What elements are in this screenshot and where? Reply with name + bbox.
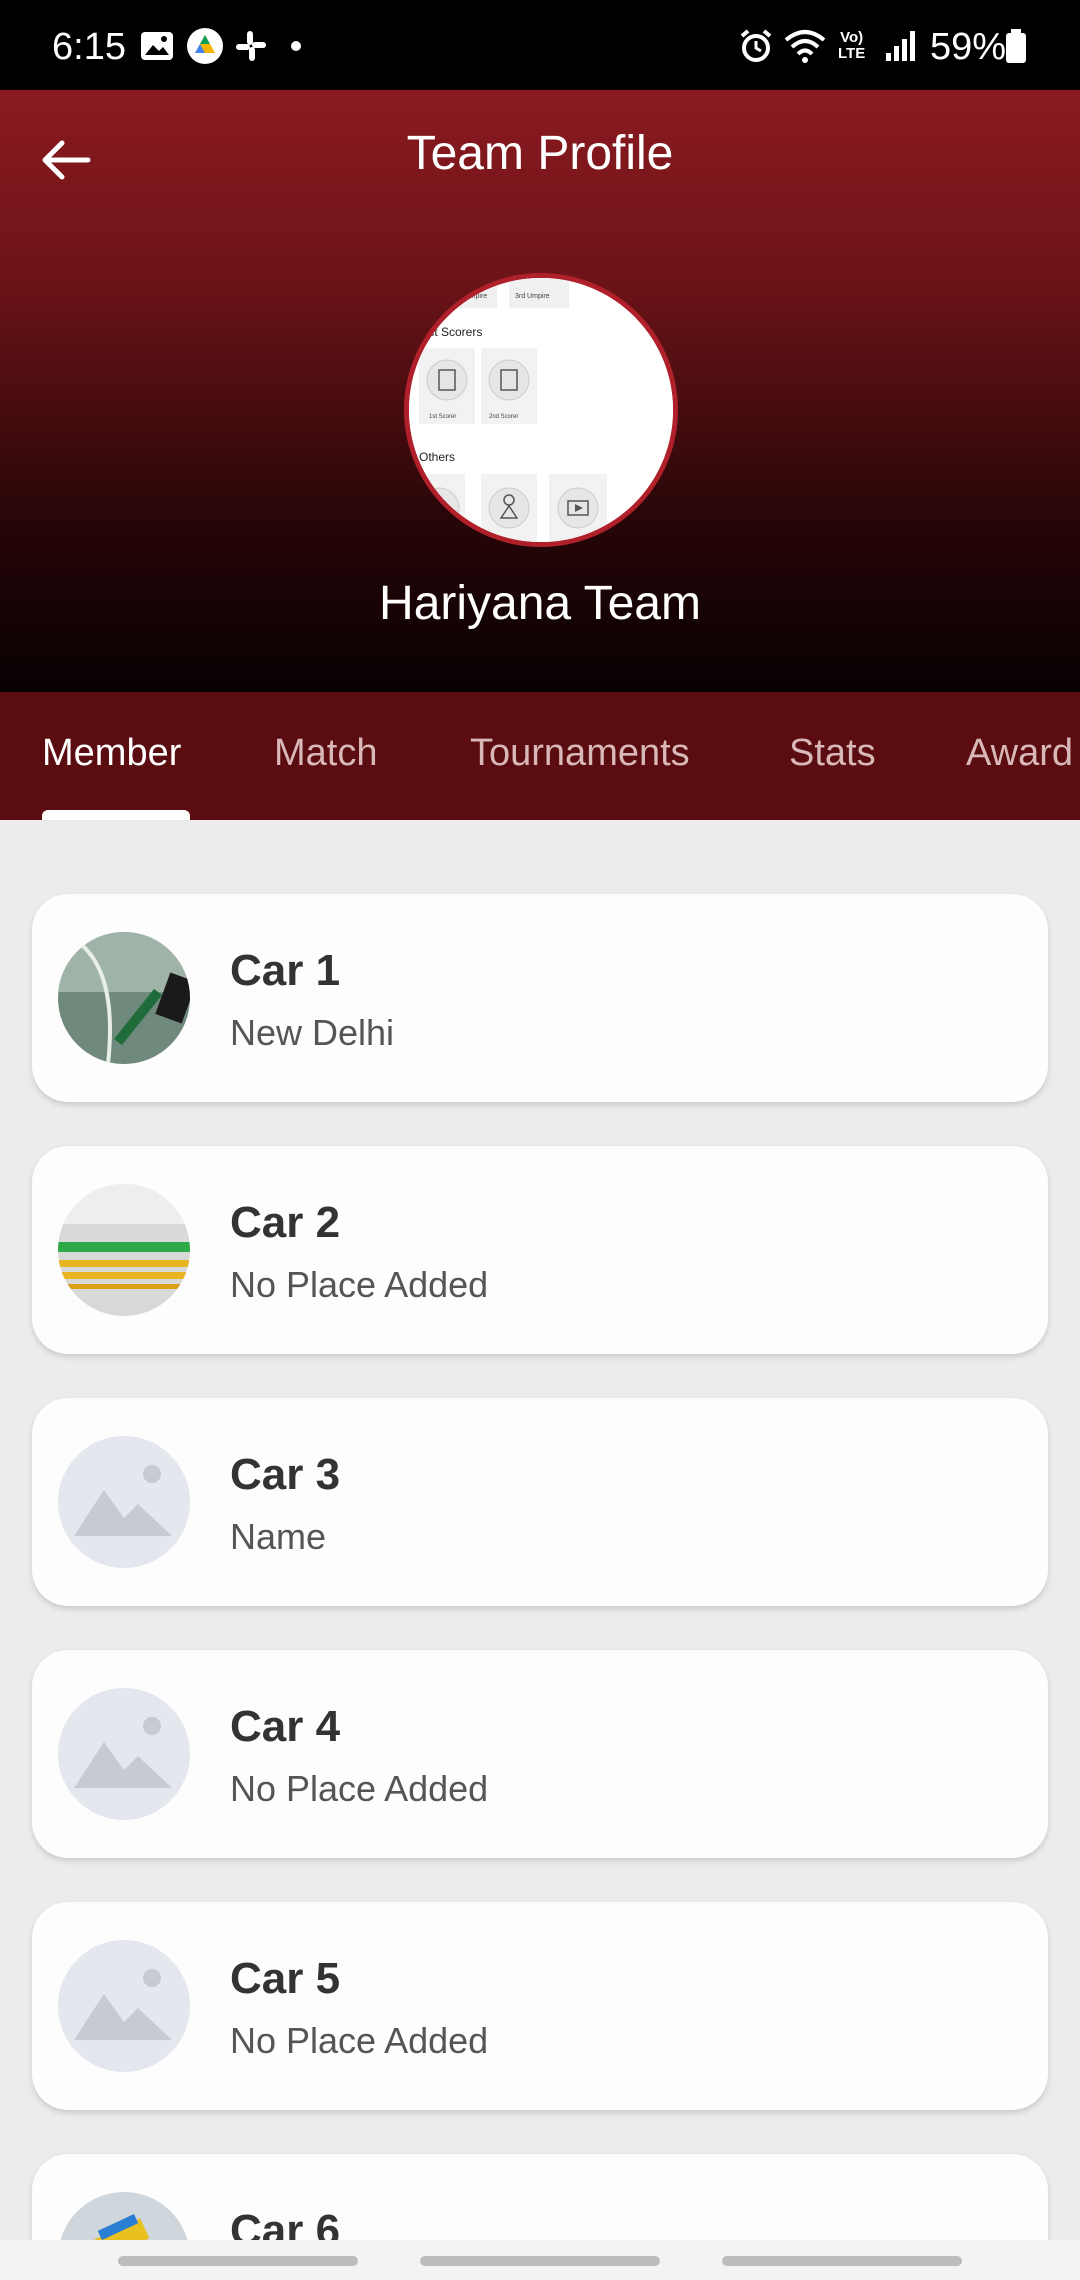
lte-label: LTE (838, 45, 866, 62)
member-card[interactable]: Car 2 No Place Added (32, 1146, 1048, 1354)
member-name: Car 2 (230, 1198, 341, 1247)
scorer-2-label: 2nd Scorer (489, 414, 518, 420)
member-name: Car 4 (230, 1702, 341, 1751)
image-placeholder-icon (58, 1688, 190, 1820)
member-card[interactable]: Car 5 No Place Added (32, 1902, 1048, 2110)
status-time: 6:15 (52, 26, 126, 68)
nav-home-handle[interactable] (420, 2256, 660, 2266)
member-avatar (58, 932, 190, 1064)
team-avatar[interactable]: 2nd Umpire 3rd Umpire lect Scorers 1st S… (404, 273, 678, 547)
member-name: Car 6 (230, 2206, 341, 2240)
umpire-2-label: 2nd Umpire (451, 293, 487, 300)
battery-icon (1004, 24, 1028, 68)
tab-match[interactable]: Match (274, 732, 377, 775)
scorers-heading: lect Scorers (419, 325, 482, 339)
member-avatar (58, 1184, 190, 1316)
system-nav-bar (0, 2240, 1080, 2280)
member-place: No Place Added (230, 1264, 489, 1305)
member-name: Car 3 (230, 1450, 341, 1499)
signal-icon (884, 24, 918, 68)
tab-active-indicator (42, 810, 190, 820)
gallery-icon (140, 24, 174, 68)
wifi-icon (784, 24, 826, 68)
tab-stats[interactable]: Stats (789, 732, 876, 775)
nav-recents-handle[interactable] (118, 2256, 358, 2266)
member-card[interactable]: Car 4 No Place Added (32, 1650, 1048, 1858)
slack-icon (234, 24, 268, 68)
tab-bar: Member Match Tournaments Stats Award (0, 692, 1080, 820)
drive-icon (186, 24, 224, 68)
member-card[interactable]: Car 1 New Delhi (32, 894, 1048, 1102)
member-place: New Delhi (230, 1012, 395, 1053)
volte-label: Vo) (840, 29, 864, 46)
notification-dot-icon (290, 24, 302, 68)
member-place: Name (230, 1516, 327, 1557)
member-avatar (58, 2192, 190, 2240)
image-placeholder-icon (58, 1436, 190, 1568)
image-placeholder-icon (58, 1940, 190, 2072)
profile-header: Team Profile 2nd Umpire 3rd Umpire lect … (0, 90, 1080, 692)
member-place: No Place Added (230, 2020, 489, 2061)
umpire-3-label: 3rd Umpire (515, 293, 550, 300)
team-avatar-image: 2nd Umpire 3rd Umpire lect Scorers 1st S… (409, 278, 673, 542)
member-card[interactable]: Car 6 (32, 2154, 1048, 2240)
team-name: Hariyana Team (379, 577, 701, 630)
status-bar: 6:15 Vo) LTE 59% (0, 0, 1080, 90)
tab-member[interactable]: Member (42, 732, 181, 775)
alarm-icon (738, 24, 774, 68)
others-heading: Others (419, 450, 455, 464)
tab-tournaments[interactable]: Tournaments (470, 732, 690, 775)
page-title: Team Profile (406, 127, 674, 180)
member-name: Car 5 (230, 1954, 341, 2003)
tab-award[interactable]: Award (966, 732, 1073, 775)
scorer-1-label: 1st Scorer (429, 414, 456, 420)
member-place: No Place Added (230, 1768, 489, 1809)
member-name: Car 1 (230, 946, 341, 995)
battery-percent: 59% (930, 26, 1007, 68)
nav-back-handle[interactable] (722, 2256, 962, 2266)
member-card[interactable]: Car 3 Name (32, 1398, 1048, 1606)
volte-icon: Vo) LTE (838, 24, 865, 68)
